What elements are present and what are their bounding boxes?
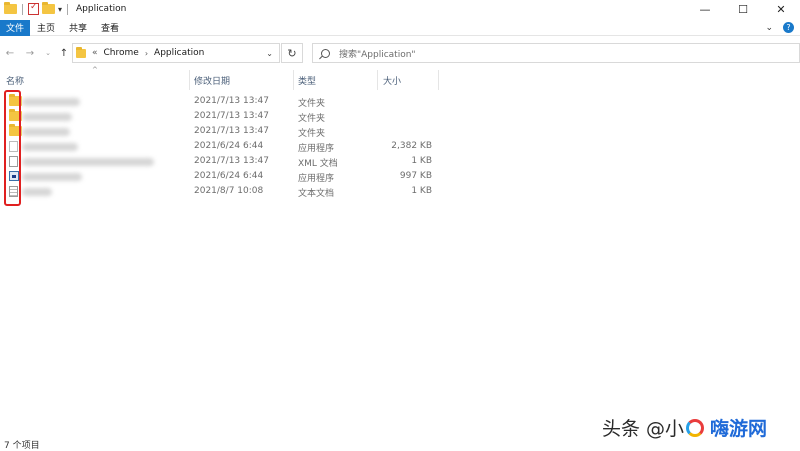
address-dropdown-icon[interactable]: ⌄	[266, 49, 273, 58]
file-row[interactable]: 2021/6/24 6:44 应用程序 2,382 KB	[0, 139, 440, 154]
window-title: Application	[76, 4, 127, 14]
navigation-bar: ← → ⌄ ↑ « Chrome › Application ⌄ ↻ 搜索"Ap…	[0, 42, 800, 64]
file-date: 2021/7/13 13:47	[194, 96, 269, 106]
properties-icon[interactable]	[28, 2, 39, 15]
file-date: 2021/7/13 13:47	[194, 156, 269, 166]
column-header-type[interactable]: 类型	[298, 70, 316, 90]
blurred-file-name	[22, 143, 78, 151]
blurred-file-name	[22, 158, 154, 166]
blurred-file-name	[22, 188, 52, 196]
file-type: 文件夹	[298, 114, 326, 124]
file-type: 文件夹	[298, 99, 326, 109]
column-divider[interactable]	[293, 70, 294, 90]
blurred-file-name	[22, 128, 70, 136]
column-header-name[interactable]: 名称	[6, 70, 24, 90]
chevron-down-icon[interactable]: ⌄	[765, 23, 773, 33]
blurred-file-name	[22, 113, 72, 121]
new-folder-icon[interactable]	[42, 2, 55, 14]
blurred-file-name	[22, 98, 80, 106]
folder-icon	[76, 46, 86, 58]
refresh-icon: ↻	[287, 46, 297, 60]
tab-share[interactable]: 共享	[62, 20, 94, 36]
column-header-size[interactable]: 大小	[383, 70, 401, 90]
watermark-text: 头条 @小	[602, 418, 685, 440]
file-size: 1 KB	[411, 156, 432, 166]
back-arrow-icon[interactable]: ←	[2, 45, 18, 61]
file-row[interactable]: 2021/7/13 13:47 文件夹	[0, 109, 440, 124]
separator	[22, 3, 23, 15]
file-size: 1 KB	[411, 186, 432, 196]
title-bar: ▾ Application — ☐ ✕	[0, 0, 800, 18]
customize-toolbar-icon[interactable]: ▾	[58, 5, 62, 14]
file-row[interactable]: 2021/8/7 10:08 文本文档 1 KB	[0, 184, 440, 199]
address-bar[interactable]: « Chrome › Application ⌄	[72, 43, 280, 63]
file-type: XML 文档	[298, 159, 338, 169]
watermark: 头条 @小 嗨游网	[602, 414, 767, 441]
file-date: 2021/6/24 6:44	[194, 171, 264, 181]
separator	[67, 3, 69, 15]
watermark-logo-icon	[686, 418, 705, 437]
tab-home[interactable]: 主页	[30, 20, 62, 36]
recent-locations-chevron-icon[interactable]: ⌄	[40, 45, 56, 61]
column-header-date[interactable]: 修改日期	[194, 70, 230, 90]
sort-ascending-icon: ^	[92, 66, 98, 74]
file-date: 2021/7/13 13:47	[194, 111, 269, 121]
chevron-right-icon[interactable]: ›	[145, 49, 148, 58]
file-type: 文件夹	[298, 129, 326, 139]
file-row[interactable]: 2021/6/24 6:44 应用程序 997 KB	[0, 169, 440, 184]
breadcrumb-chrome[interactable]: Chrome	[104, 48, 139, 58]
status-item-count: 7 个项目	[4, 441, 40, 451]
column-divider[interactable]	[189, 70, 190, 90]
search-placeholder: 搜索"Application"	[339, 49, 416, 60]
folder-icon	[4, 2, 17, 14]
search-icon	[321, 48, 330, 58]
forward-arrow-icon[interactable]: →	[22, 45, 38, 61]
window-controls: — ☐ ✕	[686, 0, 800, 18]
up-arrow-icon[interactable]: ↑	[56, 45, 72, 61]
file-date: 2021/7/13 13:47	[194, 126, 269, 136]
file-row[interactable]: 2021/7/13 13:47 文件夹	[0, 124, 440, 139]
tab-file[interactable]: 文件	[0, 19, 31, 36]
watermark-brand: 嗨游网	[710, 418, 768, 440]
annotation-highlight-box	[4, 90, 21, 206]
help-icon[interactable]: ?	[783, 22, 794, 33]
blurred-file-name	[22, 173, 82, 181]
file-type: 文本文档	[298, 189, 335, 199]
file-type: 应用程序	[298, 174, 335, 184]
refresh-button[interactable]: ↻	[281, 43, 303, 63]
breadcrumb-application[interactable]: Application	[154, 48, 204, 58]
breadcrumb-overflow[interactable]: «	[92, 48, 98, 58]
file-type: 应用程序	[298, 144, 335, 154]
ribbon-right-controls: ⌄ ?	[765, 22, 794, 33]
tab-view[interactable]: 查看	[94, 20, 126, 36]
file-row[interactable]: 2021/7/13 13:47 文件夹	[0, 94, 440, 109]
column-divider[interactable]	[377, 70, 378, 90]
file-date: 2021/8/7 10:08	[194, 186, 264, 196]
maximize-button[interactable]: ☐	[724, 0, 762, 18]
column-divider[interactable]	[438, 70, 439, 90]
file-size: 2,382 KB	[391, 141, 432, 151]
file-date: 2021/6/24 6:44	[194, 141, 264, 151]
file-row[interactable]: 2021/7/13 13:47 XML 文档 1 KB	[0, 154, 440, 169]
file-size: 997 KB	[399, 171, 432, 181]
close-button[interactable]: ✕	[762, 0, 800, 18]
minimize-button[interactable]: —	[686, 0, 724, 18]
search-box[interactable]: 搜索"Application"	[312, 43, 800, 63]
ribbon-tabs: 文件 主页 共享 查看 ⌄ ?	[0, 19, 800, 36]
quick-access-toolbar: ▾	[0, 2, 70, 15]
